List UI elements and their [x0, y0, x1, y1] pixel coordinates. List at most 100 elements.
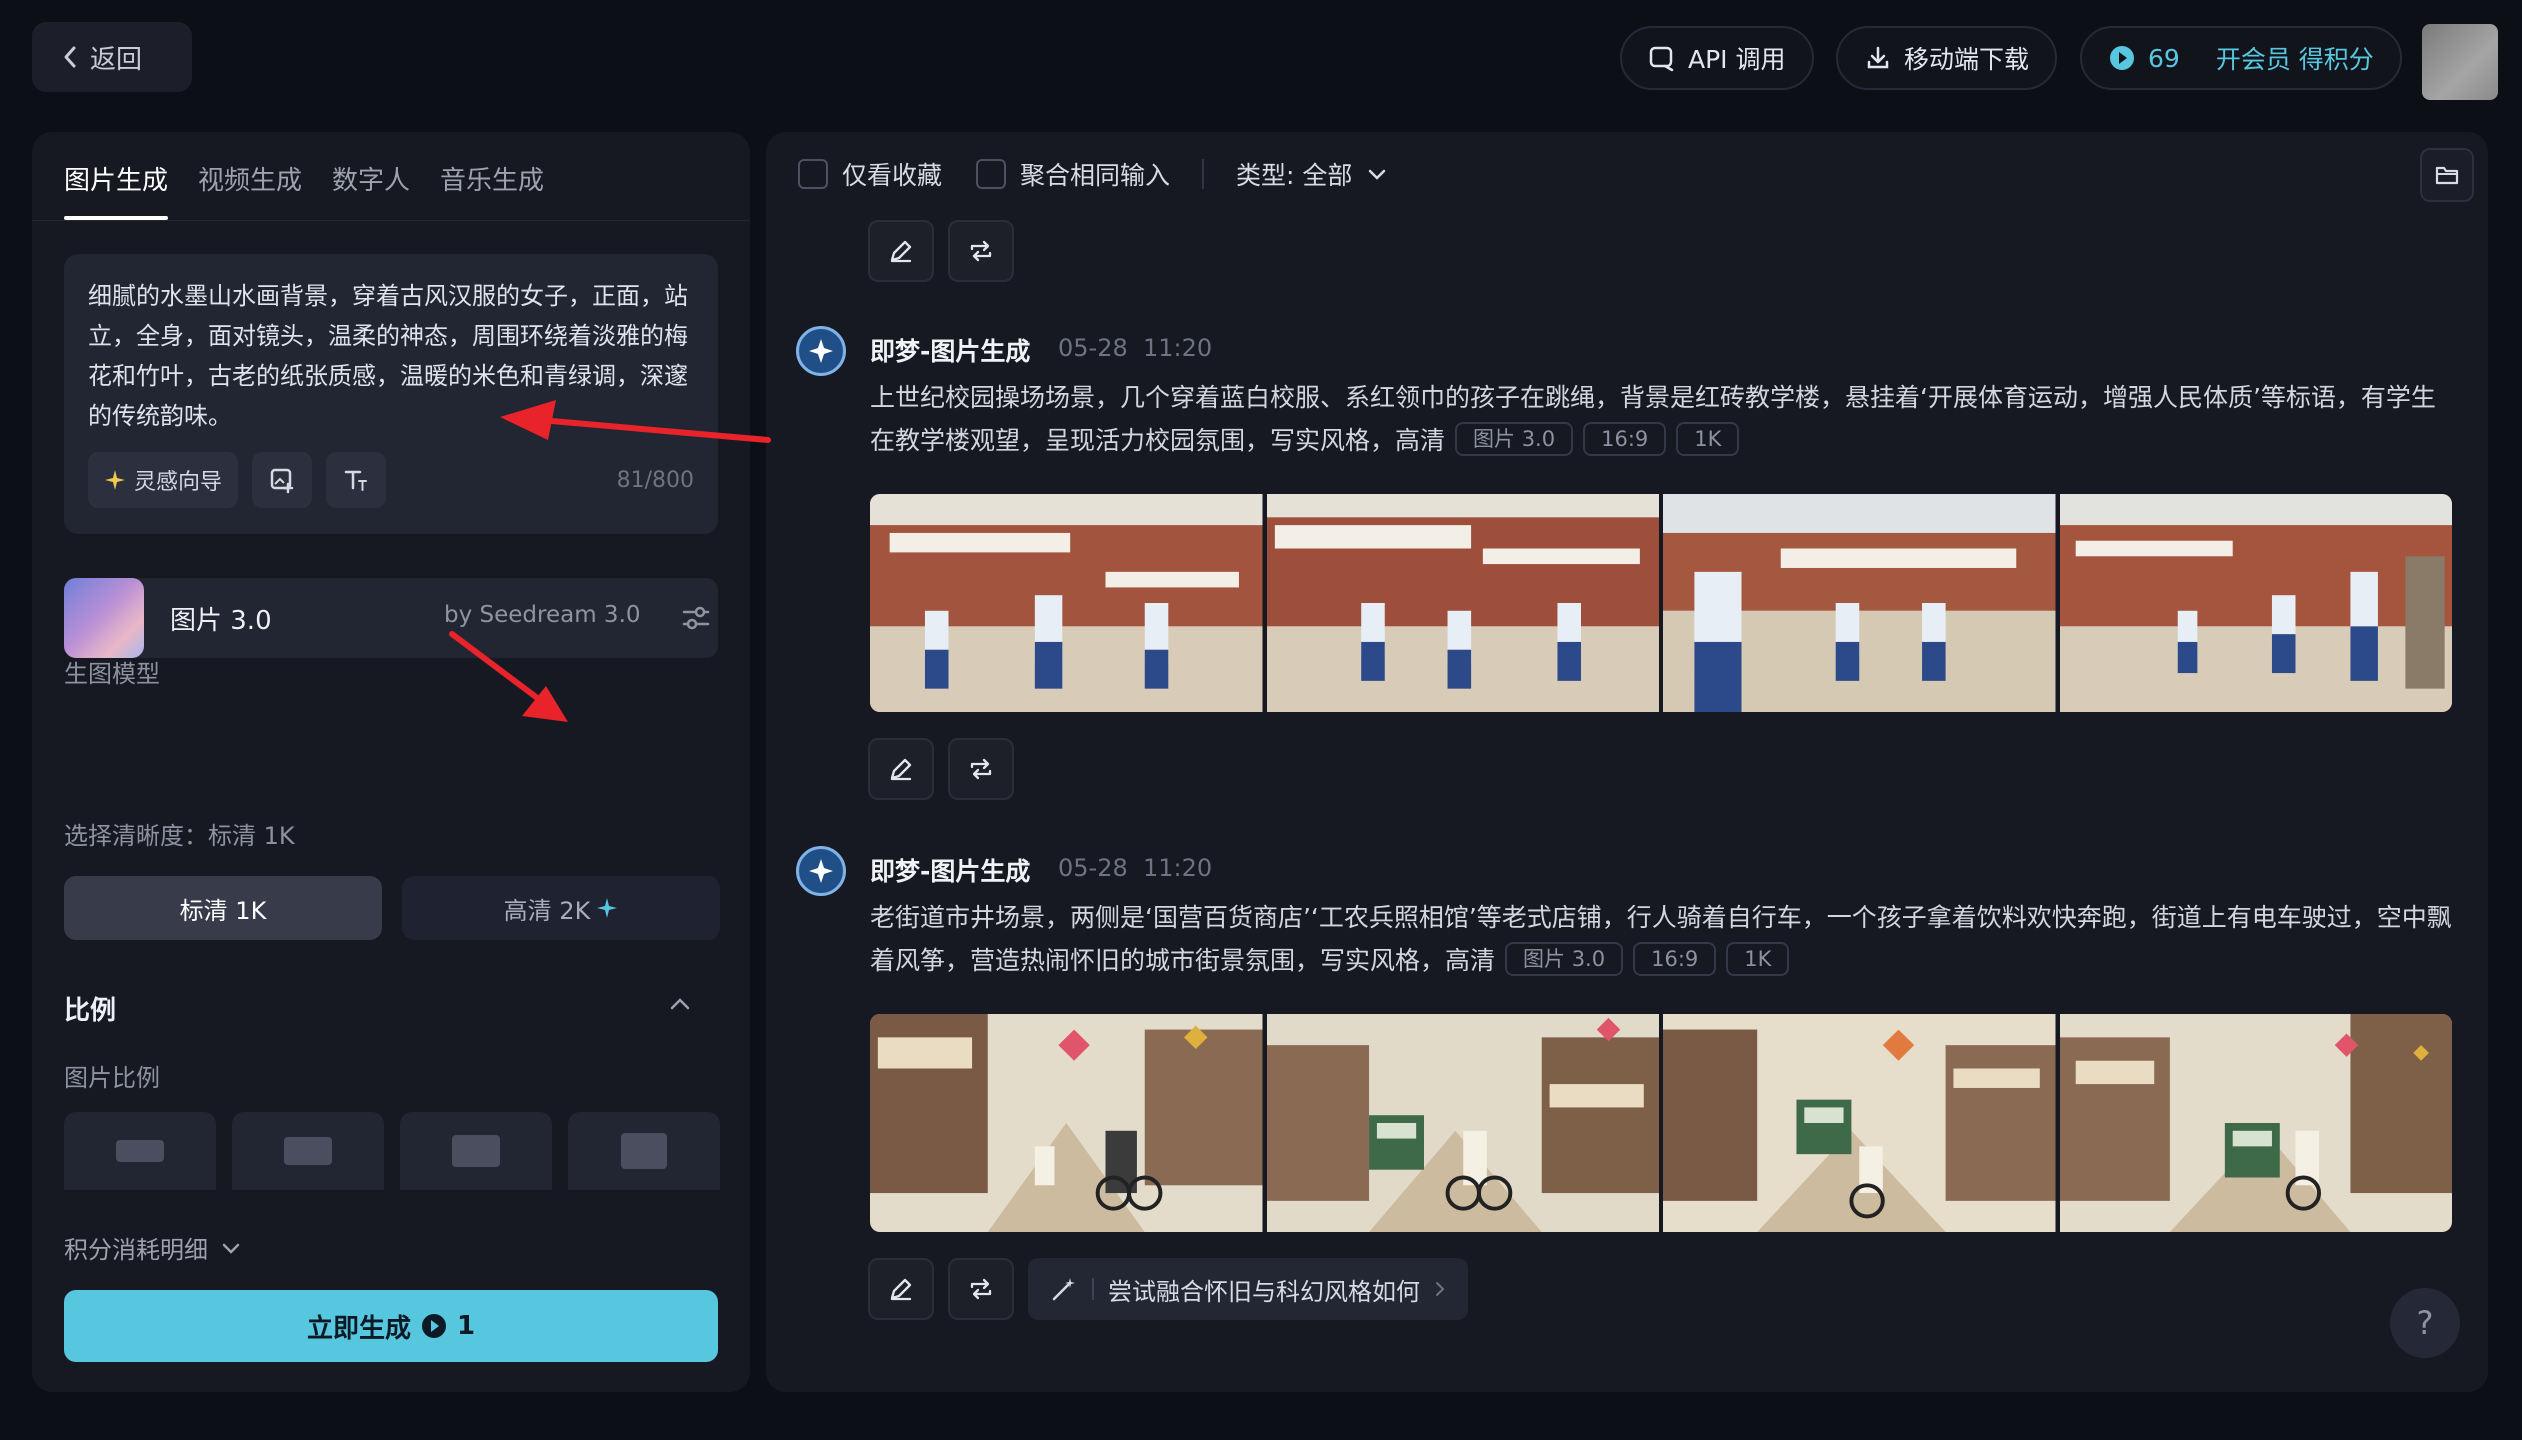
sparkle-icon: [104, 469, 126, 491]
pencil-icon: [887, 755, 915, 783]
ratio-tag: 16:9: [1633, 942, 1717, 976]
edit-button[interactable]: [868, 738, 934, 800]
regenerate-button[interactable]: [948, 1258, 1014, 1320]
cost-details-toggle[interactable]: 积分消耗明细: [64, 1230, 242, 1265]
generated-image[interactable]: [870, 1014, 1263, 1232]
merge-inputs-checkbox[interactable]: [976, 159, 1007, 189]
membership-link[interactable]: 开会员 得积分: [2216, 40, 2374, 76]
avatar[interactable]: [2422, 24, 2498, 100]
generate-label: 立即生成: [306, 1313, 411, 1344]
folder-button[interactable]: [2420, 148, 2474, 202]
merge-inputs-label[interactable]: 聚合相同输入: [1020, 156, 1170, 192]
sparkle-icon: [596, 897, 618, 919]
previous-actions: [868, 220, 1014, 282]
model-name: 图片 3.0: [170, 606, 272, 636]
magic-wand-icon: [1050, 1275, 1078, 1303]
repeat-icon: [966, 755, 996, 783]
regenerate-button[interactable]: [948, 220, 1014, 282]
model-selector[interactable]: 图片 3.0 by Seedream 3.0: [64, 578, 718, 658]
divider: [1202, 159, 1205, 189]
ratio-option[interactable]: [64, 1112, 216, 1190]
ratio-option[interactable]: [232, 1112, 384, 1190]
resolution-label: 选择清晰度：标清 1K: [64, 822, 295, 850]
tab-digital-human[interactable]: 数字人: [332, 160, 410, 220]
filter-bar: 仅看收藏 聚合相同输入 类型: 全部: [798, 156, 1388, 192]
generated-image[interactable]: [1266, 494, 1660, 712]
text-format-icon: [342, 466, 370, 494]
generation-prompt: 老街道市井场景，两侧是‘国营百货商店’‘工农兵照相馆’等老式店铺，行人骑着自行车…: [870, 903, 2452, 976]
resolution-standard-button[interactable]: 标清 1K: [64, 876, 382, 940]
chevron-down-icon: [220, 1241, 242, 1255]
favorites-filter-label[interactable]: 仅看收藏: [842, 156, 942, 192]
model-tag: 图片 3.0: [1455, 422, 1574, 456]
suggestion-label: 尝试融合怀旧与科幻风格如何: [1108, 1277, 1420, 1306]
char-counter: 81/800: [616, 468, 694, 493]
pencil-icon: [887, 237, 915, 265]
ratio-section-title: 比例: [64, 996, 117, 1026]
generated-image[interactable]: [870, 494, 1263, 712]
generated-image[interactable]: [2059, 1014, 2453, 1232]
generated-image[interactable]: [1663, 1014, 2056, 1232]
generate-button[interactable]: 立即生成 1: [64, 1290, 718, 1362]
generation-prompt: 上世纪校园操场场景，几个穿着蓝白校服、系红领巾的孩子在跳绳，背景是红砖教学楼，悬…: [870, 383, 2436, 456]
help-label: ?: [2416, 1304, 2434, 1342]
pencil-icon: [887, 1275, 915, 1303]
back-button[interactable]: 返回: [32, 22, 192, 92]
resolution-hd-button[interactable]: 高清 2K: [402, 876, 720, 940]
tab-music[interactable]: 音乐生成: [440, 160, 544, 220]
download-icon: [1864, 44, 1892, 72]
generation-title: 即梦-图片生成: [870, 337, 1031, 366]
inspiration-button[interactable]: 灵感向导: [88, 452, 239, 508]
suggestion-button[interactable]: 尝试融合怀旧与科幻风格如何: [1028, 1258, 1468, 1320]
type-filter-dropdown[interactable]: 类型: 全部: [1236, 156, 1352, 192]
chevron-down-icon[interactable]: [1366, 167, 1388, 181]
generation-title: 即梦-图片生成: [870, 857, 1031, 886]
generated-image[interactable]: [1663, 494, 2056, 712]
resolution-tag: 1K: [1676, 422, 1740, 456]
generation-history-panel: 仅看收藏 聚合相同输入 类型: 全部 即梦-图片生成 05-28 11:20 上…: [766, 132, 2488, 1392]
favorites-checkbox[interactable]: [798, 159, 828, 189]
repeat-icon: [966, 237, 996, 265]
regenerate-button[interactable]: [948, 738, 1014, 800]
api-button[interactable]: API 调用: [1620, 26, 1814, 90]
generation-actions: [868, 738, 1014, 800]
prompt-text[interactable]: 细腻的水墨山水画背景，穿着古风汉服的女子，正面，站立，全身，面对镜头，温柔的神态…: [88, 276, 688, 436]
inspiration-label: 灵感向导: [134, 470, 223, 495]
tab-image[interactable]: 图片生成: [64, 160, 169, 220]
ratio-tag: 16:9: [1583, 422, 1667, 456]
chevron-up-icon[interactable]: [668, 996, 692, 1012]
add-image-icon: [268, 466, 296, 494]
ratio-option[interactable]: [568, 1112, 720, 1190]
generation-timestamp: 05-28 11:20: [1058, 854, 1213, 882]
prompt-input[interactable]: 细腻的水墨山水画背景，穿着古风汉服的女子，正面，站立，全身，面对镜头，温柔的神态…: [64, 254, 718, 534]
mode-tabs: 图片生成 视频生成 数字人 音乐生成: [64, 160, 544, 220]
help-button[interactable]: ?: [2390, 1288, 2460, 1358]
generated-image[interactable]: [2059, 494, 2453, 712]
generated-images-row: [870, 494, 2452, 712]
res-hd-label: 高清 2K: [503, 896, 591, 925]
generated-images-row: [870, 1014, 2452, 1232]
chevron-right-icon: [1434, 1280, 1446, 1298]
mobile-download-label: 移动端下载: [1904, 45, 2030, 74]
credits-pill[interactable]: 69 开会员 得积分: [2080, 26, 2402, 90]
image-reference-button[interactable]: [252, 452, 313, 508]
ratio-option[interactable]: [400, 1112, 552, 1190]
generated-image[interactable]: [1266, 1014, 1660, 1232]
jimeng-logo-icon: [796, 326, 846, 376]
credit-coin-icon: [421, 1313, 447, 1339]
text-style-button[interactable]: [326, 452, 387, 508]
generation-timestamp: 05-28 11:20: [1058, 334, 1213, 362]
jimeng-logo-icon: [796, 846, 846, 896]
model-sub-label: 生图模型: [64, 660, 160, 688]
chevron-left-icon: [62, 45, 78, 69]
tab-video[interactable]: 视频生成: [198, 160, 302, 220]
edit-button[interactable]: [868, 220, 934, 282]
mobile-download-button[interactable]: 移动端下载: [1836, 26, 2058, 90]
model-thumbnail: [64, 578, 144, 658]
settings-sliders-icon[interactable]: [680, 602, 712, 634]
generation-actions: 尝试融合怀旧与科幻风格如何: [868, 1258, 1468, 1320]
model-provider: by Seedream 3.0: [444, 602, 641, 628]
edit-button[interactable]: [868, 1258, 934, 1320]
folder-icon: [2434, 163, 2460, 187]
cost-details-label: 积分消耗明细: [64, 1236, 208, 1264]
